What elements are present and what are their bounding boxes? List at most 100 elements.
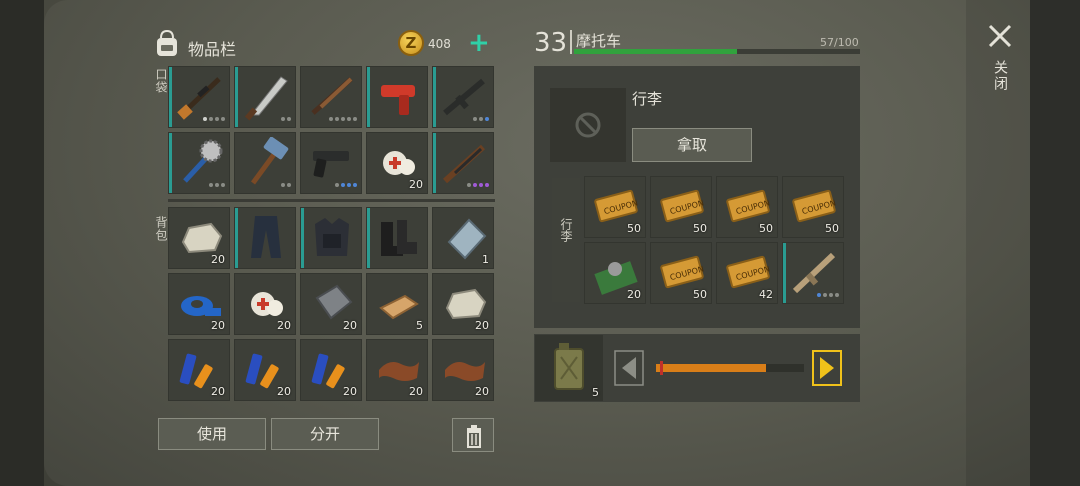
cargo-slot[interactable]: COUPON 50 <box>650 176 712 238</box>
item-quantity: 20 <box>409 178 423 191</box>
use-button[interactable]: 使用 <box>158 418 266 450</box>
cargo-grid: COUPON 50 COUPON 50 COUPON 50 COUPON 50 20 COUPON… <box>584 176 844 304</box>
item-quantity: 50 <box>693 222 707 235</box>
backpack-slot[interactable]: 1 <box>432 207 494 269</box>
fuel-slider-marker <box>660 361 663 375</box>
item-quantity: 20 <box>475 385 489 398</box>
backpack-icon <box>157 29 177 56</box>
machete-icon <box>244 76 288 121</box>
trash-button[interactable] <box>452 418 494 452</box>
item-quantity: 20 <box>475 319 489 332</box>
cargo-slot[interactable] <box>782 242 844 304</box>
item-quantity: 20 <box>277 385 291 398</box>
backpack-slot[interactable]: 20 <box>234 339 296 401</box>
item-quantity: 20 <box>211 385 225 398</box>
add-coins-button[interactable]: + <box>468 28 490 58</box>
close-icon[interactable] <box>986 22 1014 50</box>
item-quantity: 20 <box>211 253 225 266</box>
backpack-slot[interactable]: 20 <box>234 273 296 335</box>
coin-icon: Z <box>398 30 424 56</box>
item-quantity: 20 <box>277 319 291 332</box>
pocket-slot[interactable] <box>168 132 230 194</box>
item-quantity: 50 <box>693 288 707 301</box>
durability-dots <box>281 183 291 187</box>
loot-slot[interactable] <box>550 88 626 162</box>
backpack-slot[interactable]: 20 <box>300 339 362 401</box>
pocket-slot[interactable] <box>300 66 362 128</box>
vehicle-header-divider <box>570 30 572 54</box>
spiked-club-icon <box>183 139 223 183</box>
pocket-slot[interactable] <box>234 132 296 194</box>
close-label[interactable]: 关闭 <box>990 60 1010 92</box>
coin-count: 408 <box>428 37 451 51</box>
backpack-slot[interactable]: 20 <box>366 339 428 401</box>
item-quantity: 50 <box>759 222 773 235</box>
pocket-slot[interactable] <box>234 66 296 128</box>
pocket-slot[interactable] <box>366 66 428 128</box>
take-button[interactable]: 拿取 <box>632 128 752 162</box>
item-quantity: 20 <box>343 385 357 398</box>
pocket-slot[interactable] <box>168 66 230 128</box>
flare-gun-icon <box>381 85 415 115</box>
backpack-slot[interactable]: 20 <box>168 273 230 335</box>
item-quantity: 1 <box>482 253 489 266</box>
pistol-icon <box>313 151 349 178</box>
pocket-slot[interactable] <box>300 132 362 194</box>
durability-dots <box>817 293 839 297</box>
sledgehammer-icon <box>250 137 289 185</box>
cargo-slot[interactable]: COUPON 50 <box>584 176 646 238</box>
item-quantity: 50 <box>825 222 839 235</box>
backpack-slot[interactable] <box>300 207 362 269</box>
fuel-slot[interactable]: 5 <box>535 335 603 401</box>
ak-rifle-icon <box>442 144 486 184</box>
cargo-slot[interactable]: COUPON 50 <box>782 176 844 238</box>
cargo-slot[interactable]: COUPON 50 <box>716 176 778 238</box>
left-bezel <box>0 0 44 486</box>
pocket-slot[interactable]: 20 <box>366 132 428 194</box>
tactical-vest-icon <box>315 218 349 256</box>
capacity-fill <box>574 49 738 54</box>
pocket-slot[interactable] <box>432 66 494 128</box>
loot-label: 行李 <box>632 90 663 108</box>
backpack-grid: 20 1 20 20 20 5 20 20 20 20 20 20 <box>168 207 494 401</box>
cargo-slot[interactable]: COUPON 50 <box>650 242 712 304</box>
scar-rifle-icon <box>792 252 836 294</box>
backpack-slot[interactable] <box>234 207 296 269</box>
increase-arrow-button[interactable] <box>812 350 842 386</box>
trash-icon <box>467 425 481 448</box>
backpack-slot[interactable]: 20 <box>432 273 494 335</box>
assault-rifle-icon <box>443 78 485 116</box>
backpack-slot[interactable] <box>366 207 428 269</box>
no-item-icon <box>575 112 601 138</box>
item-quantity: 50 <box>627 222 641 235</box>
durability-dots <box>281 117 291 121</box>
pocket-slot[interactable] <box>432 132 494 194</box>
durability-dots <box>335 183 357 187</box>
shotgun-icon <box>311 77 353 115</box>
cargo-label-box: 行李 <box>552 178 580 302</box>
durability-dots <box>203 117 225 121</box>
boots-icon <box>381 220 417 256</box>
durability-dots <box>209 183 225 187</box>
cargo-slot[interactable]: 20 <box>584 242 646 304</box>
vehicle-capacity: 57/100 <box>820 36 859 49</box>
cargo-slot[interactable]: COUPON 42 <box>716 242 778 304</box>
item-quantity: 20 <box>343 319 357 332</box>
vehicle-name: 摩托车 <box>576 32 622 50</box>
decrease-arrow-button[interactable] <box>614 350 644 386</box>
backpack-slot[interactable]: 5 <box>366 273 428 335</box>
durability-dots <box>467 183 489 187</box>
durability-dots <box>473 117 489 121</box>
fuel-slider[interactable] <box>656 364 804 372</box>
pockets-grid: 20 <box>168 66 494 194</box>
cargo-label: 行李 <box>559 218 573 242</box>
backpack-slot[interactable]: 20 <box>432 339 494 401</box>
backpack-slot[interactable]: 20 <box>300 273 362 335</box>
item-quantity: 20 <box>409 385 423 398</box>
split-button[interactable]: 分开 <box>271 418 379 450</box>
backpack-slot[interactable]: 20 <box>168 207 230 269</box>
right-bezel <box>1030 0 1080 486</box>
fuel-quantity: 5 <box>592 386 599 399</box>
backpack-slot[interactable]: 20 <box>168 339 230 401</box>
inventory-title: 物品栏 <box>188 40 237 59</box>
